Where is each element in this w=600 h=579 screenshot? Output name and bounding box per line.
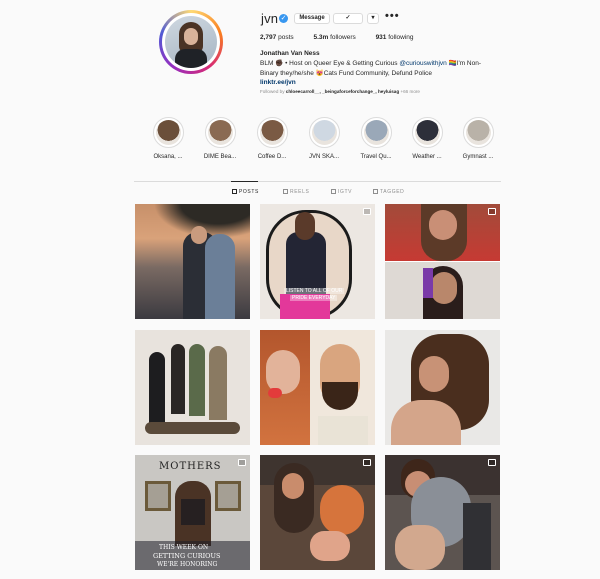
post-thumbnail[interactable] — [385, 330, 500, 445]
chevron-down-icon: ▾ — [371, 15, 375, 21]
carousel-icon — [488, 208, 496, 215]
following-button[interactable]: ✓ — [333, 13, 363, 24]
post-thumbnail[interactable] — [135, 204, 250, 319]
highlight-item[interactable]: DIME Bea... — [200, 117, 240, 160]
highlight-cover — [465, 120, 491, 145]
following-stat[interactable]: 931 following — [376, 34, 414, 41]
profile-avatar[interactable] — [159, 10, 223, 74]
bio-website-link[interactable]: linktr.ee/jvn — [260, 78, 505, 88]
tab-reels[interactable]: REELS — [283, 189, 309, 195]
highlight-cover — [155, 120, 181, 145]
highlight-cover — [363, 120, 389, 145]
profile-bio: BLM ✊🏿 • Host on Queer Eye & Getting Cur… — [260, 59, 505, 88]
active-tab-indicator — [231, 181, 258, 182]
message-button[interactable]: Message — [294, 13, 330, 24]
person-check-icon: ✓ — [345, 15, 351, 21]
suggestions-dropdown-button[interactable]: ▾ — [367, 13, 379, 24]
highlight-cover — [414, 120, 440, 145]
avatar-photo — [165, 16, 217, 68]
post-thumbnail[interactable]: LISTEN TO ALL OF OUR PRIDE EVERYDAY — [260, 204, 375, 319]
carousel-icon — [363, 208, 371, 215]
profile-stats: 2,797 posts 5.3m followers 931 following — [260, 34, 432, 41]
post-thumbnail[interactable] — [135, 330, 250, 445]
bio-mention-link[interactable]: @curiouswithjvn — [399, 60, 446, 67]
more-options-icon[interactable]: ••• — [385, 10, 400, 22]
reels-icon — [283, 189, 288, 194]
highlight-cover — [259, 120, 285, 145]
carousel-icon — [363, 459, 371, 466]
tagged-icon — [373, 189, 378, 194]
video-icon — [238, 459, 246, 466]
video-icon — [488, 459, 496, 466]
highlight-cover — [311, 120, 337, 145]
tab-tagged[interactable]: TAGGED — [373, 189, 404, 195]
igtv-icon — [331, 189, 336, 194]
posts-stat[interactable]: 2,797 posts — [260, 34, 294, 41]
post-thumbnail[interactable] — [260, 330, 375, 445]
post-thumbnail[interactable] — [260, 455, 375, 570]
verified-icon: ✓ — [279, 14, 288, 23]
tab-igtv[interactable]: IGTV — [331, 189, 352, 195]
tab-posts[interactable]: POSTS — [232, 189, 259, 195]
profile-full-name: Jonathan Van Ness — [260, 50, 320, 57]
highlight-item[interactable]: Weather ... — [407, 117, 447, 160]
highlight-item[interactable]: Travel Qu... — [356, 117, 396, 160]
highlight-item[interactable]: JVN SKA... — [304, 117, 344, 160]
highlight-cover — [207, 120, 233, 145]
followed-by[interactable]: Followed by chloeecarroll__, _beingaforc… — [260, 89, 420, 94]
profile-username: jvn — [261, 11, 279, 26]
highlight-item[interactable]: Oksana, ... — [148, 117, 188, 160]
grid-icon — [232, 189, 237, 194]
highlight-item[interactable]: Coffee D... — [252, 117, 292, 160]
followers-stat[interactable]: 5.3m followers — [313, 34, 355, 41]
post-thumbnail[interactable] — [385, 204, 500, 319]
highlight-item[interactable]: Gymnast ... — [458, 117, 498, 160]
post-thumbnail[interactable]: MOTHERS THIS WEEK ON GETTING CURIOUS WE'… — [135, 455, 250, 570]
tabs-divider — [134, 181, 501, 182]
post-thumbnail[interactable] — [385, 455, 500, 570]
